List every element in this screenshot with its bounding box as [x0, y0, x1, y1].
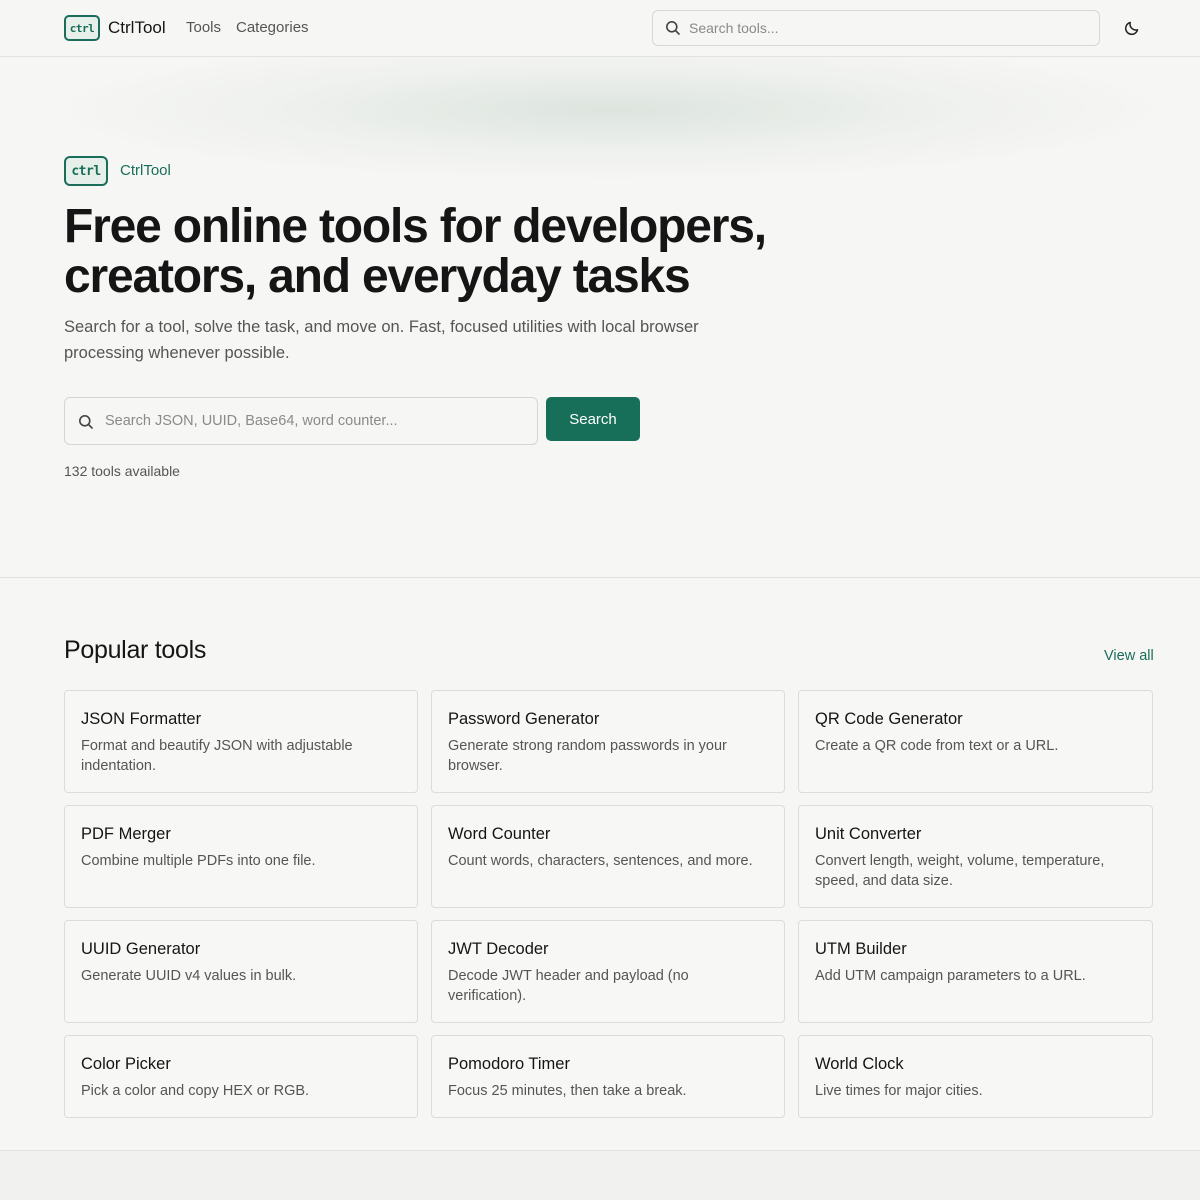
tool-card-description: Pick a color and copy HEX or RGB. — [81, 1083, 310, 1099]
popular-tools-title: Popular tools — [64, 636, 207, 664]
tool-card-description: Create a QR code from text or a URL. — [815, 738, 1059, 754]
tool-card-jwt-decoder[interactable]: JWT Decoder Decode JWT header and payloa… — [431, 920, 785, 1023]
tool-card-title: Password Generator — [448, 710, 600, 728]
tool-card-world-clock[interactable]: World Clock Live times for major cities. — [798, 1035, 1153, 1118]
brand-name[interactable]: CtrlTool — [108, 18, 166, 38]
hero-logo-icon: ctrl — [64, 156, 108, 186]
tool-card-description: Convert length, weight, volume, temperat… — [815, 853, 1105, 889]
tool-card-description: Generate strong random passwords in your… — [448, 738, 727, 774]
hero-search-box — [64, 397, 538, 445]
search-icon — [78, 414, 94, 435]
hero-brand-label: CtrlTool — [120, 162, 171, 179]
tool-card-description: Add UTM campaign parameters to a URL. — [815, 968, 1086, 984]
tool-card-description: Generate UUID v4 values in bulk. — [81, 968, 297, 984]
hero-title: Free online tools for developers, creato… — [64, 200, 767, 303]
tool-card-title: World Clock — [815, 1055, 904, 1073]
tool-card-description: Decode JWT header and payload (no verifi… — [448, 968, 689, 1004]
hero-search-button[interactable]: Search — [546, 397, 640, 441]
logo-icon[interactable]: ctrl — [64, 15, 100, 41]
moon-icon — [1124, 21, 1139, 36]
tool-card-description: Focus 25 minutes, then take a break. — [448, 1083, 687, 1099]
hero-section: ctrl CtrlTool Free online tools for deve… — [0, 57, 1200, 578]
tool-card-title: Word Counter — [448, 825, 551, 843]
page-footer — [0, 1150, 1200, 1200]
tool-card-title: JSON Formatter — [81, 710, 202, 728]
popular-tools-grid: JSON Formatter Format and beautify JSON … — [64, 690, 1153, 1118]
tool-card-title: Unit Converter — [815, 825, 922, 843]
tool-card-description: Format and beautify JSON with adjustable… — [81, 738, 353, 774]
tool-card-json-formatter[interactable]: JSON Formatter Format and beautify JSON … — [64, 690, 418, 793]
search-icon — [665, 20, 681, 41]
tool-card-title: UTM Builder — [815, 940, 907, 958]
tool-card-color-picker[interactable]: Color Picker Pick a color and copy HEX o… — [64, 1035, 418, 1118]
header-search-input[interactable] — [689, 11, 1089, 45]
tool-card-description: Live times for major cities. — [815, 1083, 983, 1099]
tool-card-qr-code-generator[interactable]: QR Code Generator Create a QR code from … — [798, 690, 1153, 793]
theme-toggle-button[interactable] — [1118, 14, 1146, 42]
tool-card-uuid-generator[interactable]: UUID Generator Generate UUID v4 values i… — [64, 920, 418, 1023]
tool-card-pomodoro-timer[interactable]: Pomodoro Timer Focus 25 minutes, then ta… — [431, 1035, 785, 1118]
tool-card-utm-builder[interactable]: UTM Builder Add UTM campaign parameters … — [798, 920, 1153, 1023]
tool-card-password-generator[interactable]: Password Generator Generate strong rando… — [431, 690, 785, 793]
nav-tools-link[interactable]: Tools — [186, 19, 221, 36]
hero-subtitle: Search for a tool, solve the task, and m… — [64, 318, 699, 362]
top-header: ctrl CtrlTool Tools Categories — [0, 0, 1200, 57]
hero-search-input[interactable] — [105, 398, 525, 444]
tool-card-title: JWT Decoder — [448, 940, 549, 958]
tool-card-description: Combine multiple PDFs into one file. — [81, 853, 316, 869]
tool-card-title: Pomodoro Timer — [448, 1055, 570, 1073]
tool-card-description: Count words, characters, sentences, and … — [448, 853, 753, 869]
tool-card-title: PDF Merger — [81, 825, 171, 843]
tool-card-title: UUID Generator — [81, 940, 201, 958]
view-all-link[interactable]: View all — [1104, 648, 1154, 664]
tool-card-title: QR Code Generator — [815, 710, 963, 728]
tool-card-word-counter[interactable]: Word Counter Count words, characters, se… — [431, 805, 785, 908]
tool-count: 132 tools available — [64, 463, 180, 479]
tool-card-title: Color Picker — [81, 1055, 171, 1073]
tool-card-unit-converter[interactable]: Unit Converter Convert length, weight, v… — [798, 805, 1153, 908]
header-search-box — [652, 10, 1100, 46]
tool-card-pdf-merger[interactable]: PDF Merger Combine multiple PDFs into on… — [64, 805, 418, 908]
nav-categories-link[interactable]: Categories — [236, 19, 309, 36]
